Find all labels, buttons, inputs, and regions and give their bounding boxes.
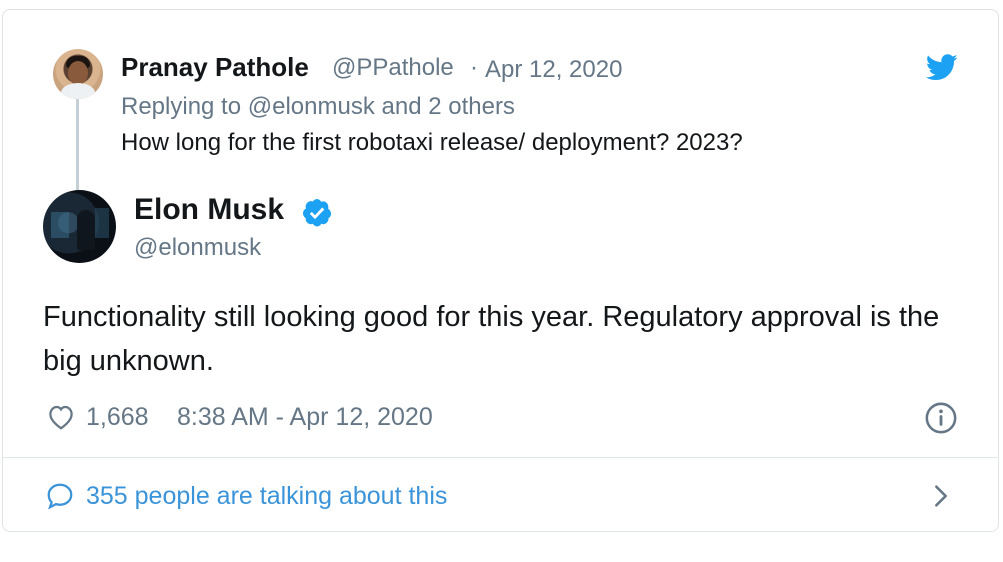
footer-divider [3,457,998,458]
talking-about-link[interactable]: 355 people are talking about this [86,482,447,511]
avatar-elon-musk[interactable] [43,190,116,263]
avatar-pranay-pathole[interactable] [53,49,103,99]
reply-tweet-text: How long for the first robotaxi release/… [121,129,743,156]
like-count[interactable]: 1,668 [86,403,149,432]
thread-connector-line [76,98,79,194]
replying-prefix: Replying to [121,93,242,120]
replying-mention-link[interactable]: @elonmusk [248,93,375,120]
info-icon[interactable] [924,401,958,435]
reply-date[interactable]: Apr 12, 2020 [485,56,622,84]
chevron-right-icon[interactable] [930,482,952,510]
tweet-embed-card [2,9,999,532]
main-tweet-text: Functionality still looking good for thi… [43,301,940,377]
twitter-bird-icon[interactable] [926,54,958,81]
tweet-timestamp[interactable]: 8:38 AM - Apr 12, 2020 [177,403,433,432]
reply-author-name[interactable]: Pranay Pathole [121,52,309,83]
main-author-name[interactable]: Elon Musk [134,193,284,227]
dot-separator: · [470,54,478,81]
heart-icon[interactable] [46,402,76,432]
replying-to-line: Replying to @elonmusk and 2 others [121,93,515,121]
main-author-handle[interactable]: @elonmusk [134,234,261,262]
reply-author-handle[interactable]: @PPathole [332,54,454,82]
verified-badge-icon [303,199,332,227]
speech-bubble-icon[interactable] [44,481,76,511]
replying-suffix[interactable]: and 2 others [382,93,515,120]
